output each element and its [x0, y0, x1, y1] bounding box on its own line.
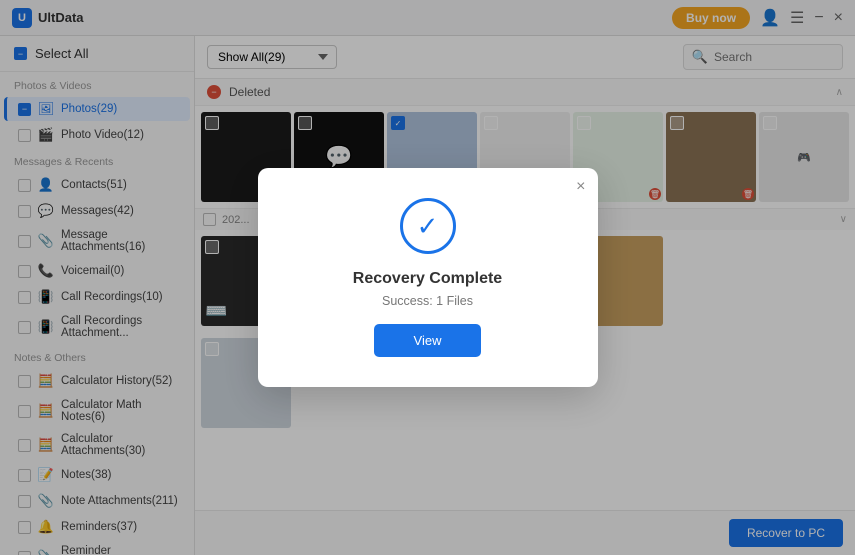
modal-overlay[interactable]: × ✓ Recovery Complete Success: 1 Files V… — [0, 0, 855, 555]
modal-view-button[interactable]: View — [374, 324, 482, 357]
modal-check-icon: ✓ — [400, 198, 456, 254]
modal-subtitle: Success: 1 Files — [382, 294, 473, 308]
recovery-complete-modal: × ✓ Recovery Complete Success: 1 Files V… — [258, 168, 598, 387]
modal-title: Recovery Complete — [353, 270, 502, 288]
modal-close-button[interactable]: × — [576, 178, 585, 196]
